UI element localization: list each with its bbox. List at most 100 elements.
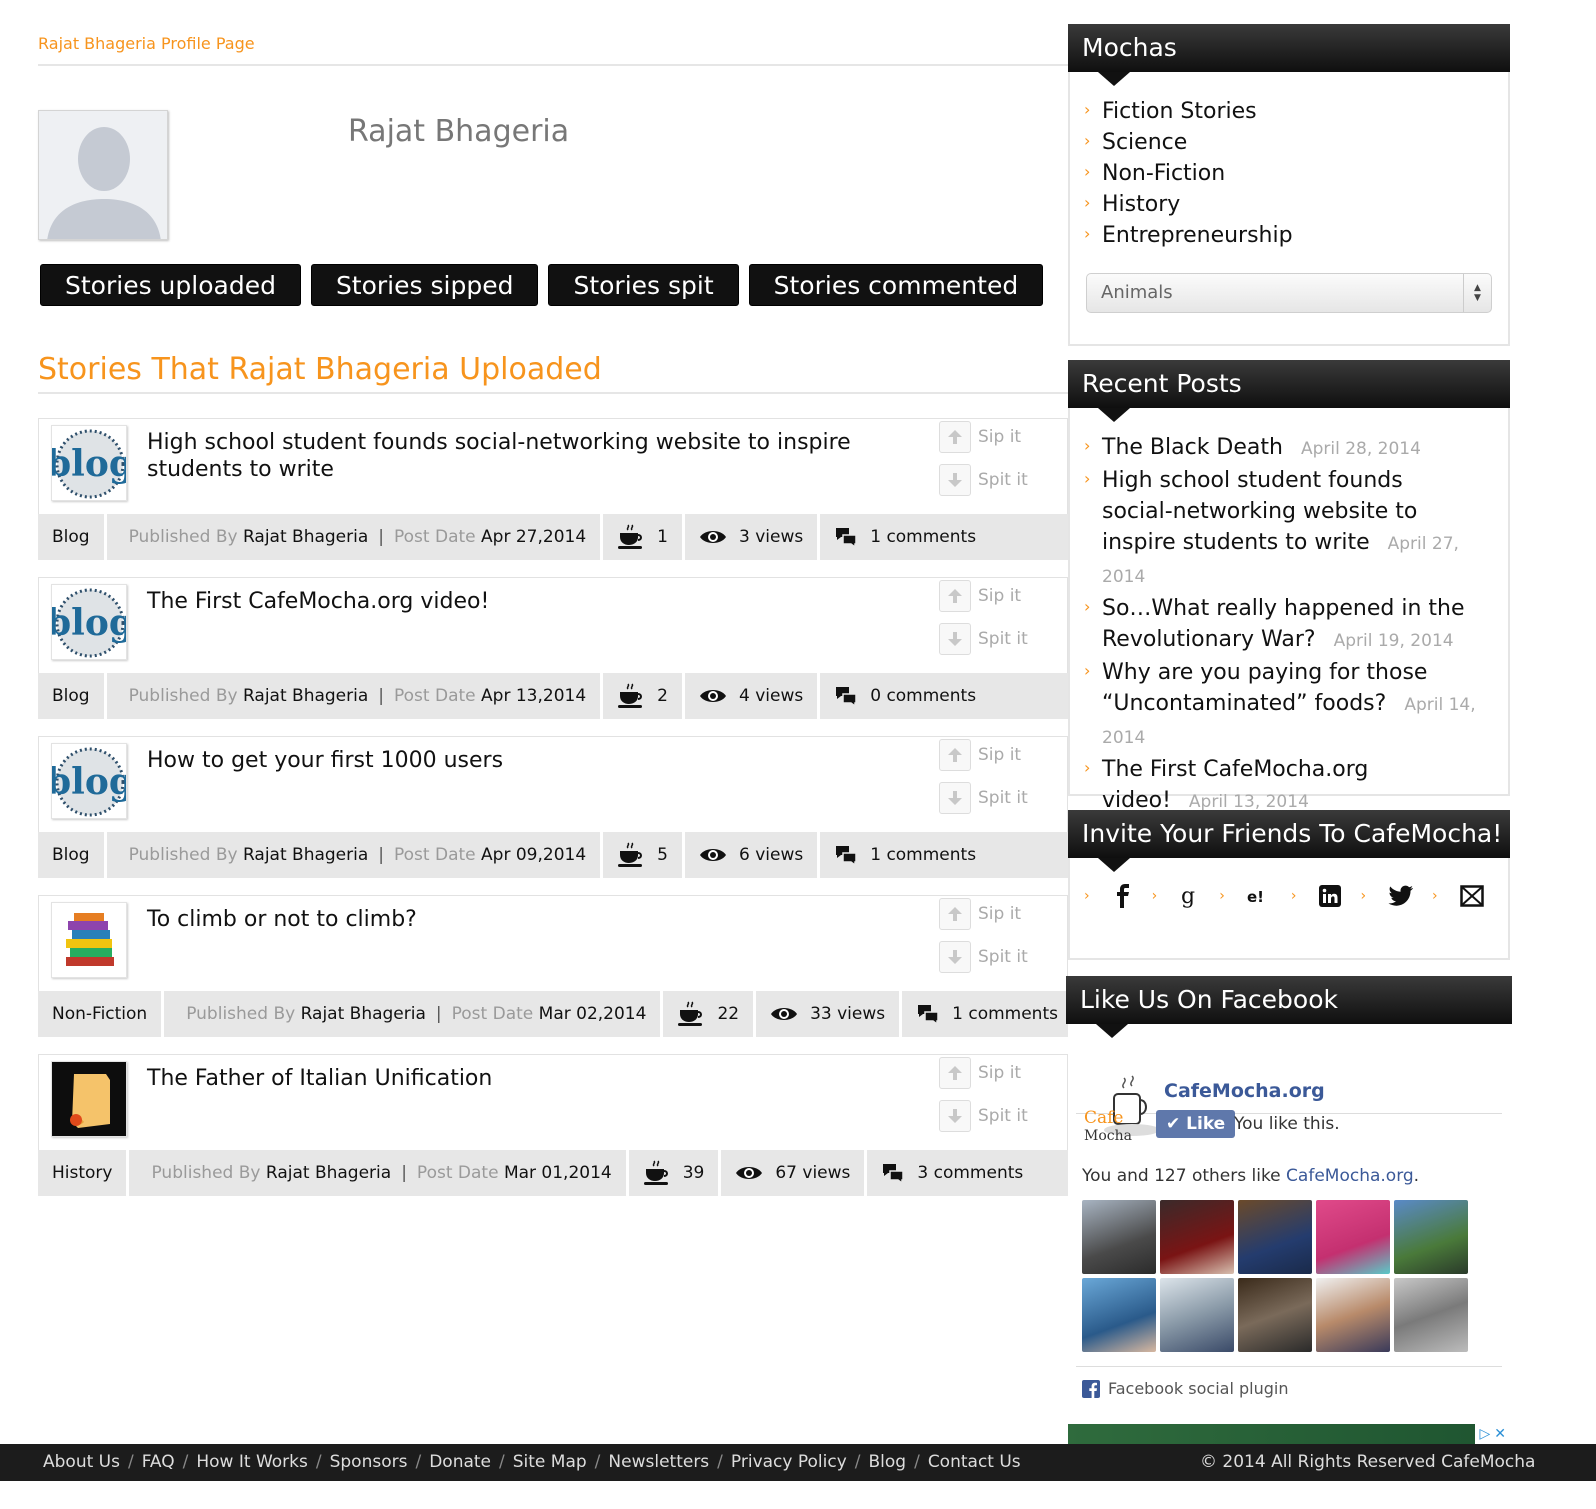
recent-post[interactable]: The Black Death April 28, 2014 [1084, 430, 1478, 465]
category-tag[interactable]: History [38, 1150, 130, 1196]
category-link[interactable]: Science [1084, 125, 1508, 158]
footer-link[interactable]: Sponsors [330, 1444, 408, 1481]
spit-button[interactable]: Spit it [939, 941, 1039, 973]
category-tag[interactable]: Non-Fiction [38, 991, 165, 1037]
category-link[interactable]: History [1084, 187, 1508, 220]
facebook-icon[interactable] [1112, 884, 1134, 908]
story-title[interactable]: The Father of Italian Unification [147, 1065, 927, 1092]
category-tag[interactable]: Blog [38, 832, 107, 878]
tab-stories-uploaded[interactable]: Stories uploaded [40, 264, 301, 306]
twitter-icon[interactable] [1388, 885, 1414, 907]
recent-post[interactable]: So…What really happened in the Revolutio… [1084, 591, 1478, 657]
story-thumbnail[interactable]: blog [51, 425, 127, 501]
recent-post[interactable]: The First CafeMocha.org video!April 13, … [1084, 752, 1478, 818]
spit-button[interactable]: Spit it [939, 623, 1039, 655]
published-by-label: Published By [151, 1163, 261, 1183]
recent-posts-widget: Recent Posts The Black Death April 28, 20… [1068, 360, 1510, 813]
view-count: 67 views [721, 1150, 868, 1196]
tab-stories-sipped[interactable]: Stories sipped [310, 264, 539, 306]
story-card: The Father of Italian Unification Sip it… [38, 1054, 1068, 1196]
spit-button[interactable]: Spit it [939, 464, 1039, 496]
fan-avatar[interactable] [1082, 1278, 1156, 1352]
story-title[interactable]: To climb or not to climb? [147, 906, 927, 933]
section-title: Stories That Rajat Bhageria Uploaded [38, 352, 602, 387]
fan-avatar[interactable] [1160, 1278, 1234, 1352]
tab-stories-commented[interactable]: Stories commented [748, 264, 1044, 306]
story-title[interactable]: How to get your first 1000 users [147, 747, 927, 774]
footer-link[interactable]: Donate [429, 1444, 491, 1481]
facebook-plugin-credit[interactable]: Facebook social plugin [1076, 1366, 1502, 1398]
fan-avatar[interactable] [1238, 1278, 1312, 1352]
footer-link[interactable]: Contact Us [928, 1444, 1021, 1481]
footer-link[interactable]: FAQ [142, 1444, 175, 1481]
comment-count-value: 1 comments [870, 845, 977, 865]
facebook-like-button[interactable]: ✔ Like [1156, 1110, 1236, 1138]
fan-avatar[interactable] [1394, 1278, 1468, 1352]
story-thumbnail[interactable]: blog [51, 584, 127, 660]
story-thumbnail[interactable] [51, 1061, 127, 1137]
sip-count: 1 [603, 514, 685, 560]
fan-avatar[interactable] [1394, 1200, 1468, 1274]
author-link[interactable]: Rajat Bhageria [266, 1163, 391, 1183]
story-thumbnail[interactable]: blog [51, 743, 127, 819]
comment-count[interactable]: 0 comments [820, 673, 990, 719]
story-thumbnail[interactable] [51, 902, 127, 978]
invite-widget: Invite Your Friends To CafeMocha! › › g … [1068, 810, 1510, 960]
story-title[interactable]: The First CafeMocha.org video! [147, 588, 927, 615]
footer: About Us / FAQ / How It Works / Sponsors / Donat… [0, 1444, 1596, 1481]
category-link[interactable]: Fiction Stories [1084, 94, 1508, 127]
recent-post[interactable]: Why are you paying for those “Uncontamin… [1084, 655, 1478, 754]
category-tag[interactable]: Blog [38, 673, 107, 719]
ad-banner[interactable]: ▷ ✕ [1068, 1424, 1510, 1444]
fan-avatar[interactable] [1082, 1200, 1156, 1274]
comment-count[interactable]: 3 comments [867, 1150, 1037, 1196]
facebook-page-name[interactable]: CafeMocha.org [1164, 1080, 1325, 1102]
recent-post-title[interactable]: The Black Death [1102, 435, 1283, 460]
footer-link[interactable]: Site Map [513, 1444, 587, 1481]
author-link[interactable]: Rajat Bhageria [301, 1004, 426, 1024]
spit-button[interactable]: Spit it [939, 782, 1039, 814]
breadcrumb[interactable]: Rajat Bhageria Profile Page [38, 34, 255, 53]
sip-button[interactable]: Sip it [939, 739, 1039, 771]
author-link[interactable]: Rajat Bhageria [243, 845, 368, 865]
author-link[interactable]: Rajat Bhageria [243, 686, 368, 706]
footer-link[interactable]: Blog [869, 1444, 907, 1481]
footer-link[interactable]: About Us [43, 1444, 120, 1481]
tab-stories-spit[interactable]: Stories spit [548, 264, 739, 306]
recent-post-title[interactable]: High school student founds social-networ… [1102, 468, 1417, 555]
story-title[interactable]: High school student founds social-networ… [147, 429, 927, 483]
svg-text:e!: e! [1247, 888, 1264, 906]
eye-icon [771, 1008, 798, 1020]
spit-button[interactable]: Spit it [939, 1100, 1039, 1132]
sip-button[interactable]: Sip it [939, 421, 1039, 453]
category-link[interactable]: Non-Fiction [1084, 156, 1508, 189]
sip-button[interactable]: Sip it [939, 580, 1039, 612]
footer-link[interactable]: Newsletters [608, 1444, 709, 1481]
comment-count[interactable]: 1 comments [820, 832, 990, 878]
category-tag[interactable]: Blog [38, 514, 107, 560]
fan-avatar[interactable] [1160, 1200, 1234, 1274]
recent-post[interactable]: High school student founds social-networ… [1084, 463, 1478, 593]
recent-post-title[interactable]: Why are you paying for those “Uncontamin… [1102, 660, 1427, 716]
category-link[interactable]: Entrepreneurship [1084, 218, 1508, 251]
adchoices-icon[interactable]: ▷ [1479, 1426, 1490, 1442]
comment-count[interactable]: 1 comments [902, 991, 1072, 1037]
linkedin-icon[interactable] [1318, 884, 1342, 908]
fan-avatar[interactable] [1316, 1278, 1390, 1352]
comment-count[interactable]: 1 comments [820, 514, 990, 560]
author-link[interactable]: Rajat Bhageria [243, 527, 368, 547]
google-plus-icon[interactable]: g [1179, 884, 1201, 908]
email-icon[interactable] [1459, 885, 1484, 907]
fan-avatar[interactable] [1238, 1200, 1312, 1274]
close-icon[interactable]: ✕ [1494, 1426, 1506, 1442]
yahoo-icon[interactable]: e! [1247, 884, 1273, 908]
footer-link[interactable]: How It Works [196, 1444, 307, 1481]
page-link[interactable]: CafeMocha.org [1286, 1166, 1414, 1186]
fan-avatar[interactable] [1316, 1200, 1390, 1274]
story-meta: Non-Fiction Published By Rajat Bhageria … [38, 991, 1068, 1037]
sip-button[interactable]: Sip it [939, 1057, 1039, 1089]
footer-link[interactable]: Privacy Policy [731, 1444, 847, 1481]
category-select[interactable]: Animals ▲ ▼ [1086, 273, 1492, 313]
view-count-value: 4 views [738, 686, 804, 706]
sip-button[interactable]: Sip it [939, 898, 1039, 930]
